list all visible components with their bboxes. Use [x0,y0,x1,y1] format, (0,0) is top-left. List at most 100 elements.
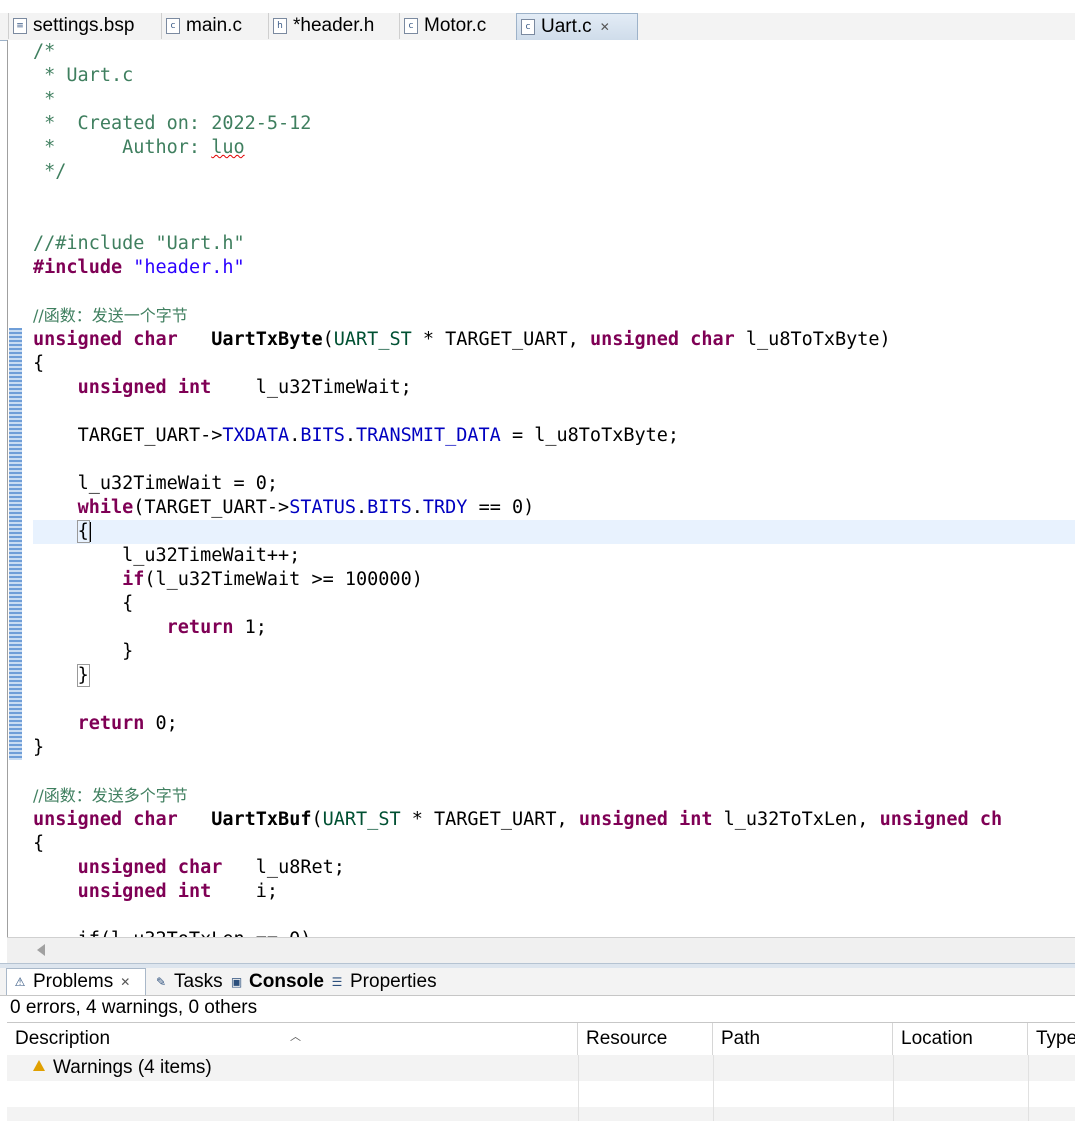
table-row [7,1081,1075,1107]
tab-properties[interactable]: ☰ Properties [324,968,440,995]
scroll-left-icon[interactable] [37,944,45,956]
table-row [7,1107,1075,1121]
column-header-path[interactable]: Path [713,1023,893,1055]
column-divider [578,1055,579,1121]
tab-main-c[interactable]: c main.c [161,13,268,39]
tab-settings-bsp[interactable]: ≡ settings.bsp [8,13,161,39]
code-line: unsigned int l_u32TimeWait; [33,376,1075,400]
problems-icon: ⚠ [14,975,26,989]
view-tab-bar: ⚠ Problems ✕ ✎ Tasks ▣ Console ☰ Propert… [0,968,1075,996]
code-line: unsigned char UartTxBuf(UART_ST * TARGET… [33,809,1003,830]
code-line: unsigned int i; [33,880,1075,904]
code-line: return 1; [33,616,1075,640]
column-header-type[interactable]: Type [1028,1023,1075,1055]
code-type: UART_ST [333,329,412,350]
code-token: i; [211,881,279,902]
close-icon[interactable]: ✕ [600,20,610,34]
column-divider [1028,1055,1029,1121]
table-row[interactable]: Warnings (4 items) [7,1055,1075,1081]
code-keyword: int [177,881,212,902]
code-editor[interactable]: /* * Uart.c * * Created on: 2022-5-12 * … [7,40,1075,960]
code-line: * Author: luo [33,136,1075,160]
tab-tasks[interactable]: ✎ Tasks [148,968,224,995]
code-keyword: char [133,329,178,350]
column-header-description[interactable]: Description ︿ [7,1023,578,1055]
column-label: Description [15,1028,111,1049]
code-line: * Uart.c [33,65,134,86]
row-description-text: Warnings (4 items) [53,1057,212,1078]
code-comment: //函数：发送一个字节 [33,306,188,325]
tab-label: Motor.c [424,15,487,36]
sort-ascending-icon: ︿ [290,1031,301,1043]
tab-problems[interactable]: ⚠ Problems ✕ [6,968,146,995]
tab-label: Console [249,970,324,992]
tab-header-h[interactable]: h *header.h [268,13,399,39]
code-line: } [33,664,1075,688]
c-file-icon: c [521,19,535,35]
tab-console[interactable]: ▣ Console [224,968,324,995]
code-line: unsigned char UartTxByte(UART_ST * TARGE… [33,329,891,350]
code-token: = l_u8ToTxByte; [500,425,680,446]
code-area[interactable]: /* * Uart.c * * Created on: 2022-5-12 * … [33,40,1075,952]
tab-label: main.c [186,15,242,36]
c-file-icon: c [404,18,418,34]
tab-label: *header.h [293,15,375,36]
tab-label: Properties [350,970,437,992]
tab-label: Tasks [174,970,223,992]
horizontal-scrollbar[interactable] [7,937,1075,964]
code-token: l_u32TimeWait; [211,377,412,398]
function-name: UartTxByte [211,329,323,350]
close-icon[interactable]: ✕ [120,975,130,989]
code-type: UART_ST [322,809,401,830]
editor-tab-bar: ≡ settings.bsp c main.c h *header.h c Mo… [0,13,1075,41]
code-line: unsigned char l_u8Ret; [33,856,1075,880]
column-header-location[interactable]: Location [893,1023,1028,1055]
row-description: Warnings (4 items) [33,1055,212,1081]
code-keyword: unsigned [77,377,167,398]
document-icon: ≡ [13,18,27,34]
code-line: * Created on: 2022-5-12 [33,113,312,134]
code-line: { [33,592,1075,616]
c-file-icon: c [166,18,180,34]
function-name: UartTxBuf [211,809,312,830]
h-file-icon: h [273,18,287,34]
matching-bracket: } [76,664,90,687]
code-line: * [33,89,56,110]
current-line: { [33,520,1075,544]
tab-uart-c[interactable]: c Uart.c ✕ [516,13,638,40]
code-line: #include "header.h" [33,256,1075,280]
code-keyword: unsigned [77,857,167,878]
code-line: */ [33,161,67,182]
column-header-resource[interactable]: Resource [578,1023,713,1055]
tab-motor-c[interactable]: c Motor.c [399,13,516,39]
code-line: } [33,640,1075,664]
code-token: 1; [233,617,267,638]
column-divider [713,1055,714,1121]
code-keyword: if [122,569,145,590]
code-token: == 0) [467,497,535,518]
code-field: TXDATA [222,425,290,446]
code-token: TARGET_UART-> [77,425,223,446]
code-keyword: while [77,497,134,518]
code-keyword: unsigned [578,809,668,830]
code-keyword: unsigned [589,329,680,350]
code-token: * TARGET_UART, [411,329,590,350]
code-keyword: int [177,377,212,398]
code-line: l_u32TimeWait = 0; [33,472,1075,496]
tab-label: Uart.c [541,16,592,37]
tab-label: settings.bsp [33,15,135,36]
code-token: { [122,593,134,614]
code-keyword: char [690,329,735,350]
text-caret [88,522,91,542]
code-line: } [33,737,45,758]
problems-table[interactable]: Description ︿ Resource Path Location Typ… [7,1022,1075,1121]
code-line: { [33,353,45,374]
code-keyword: unsigned [879,809,969,830]
matching-bracket: { [76,520,90,543]
